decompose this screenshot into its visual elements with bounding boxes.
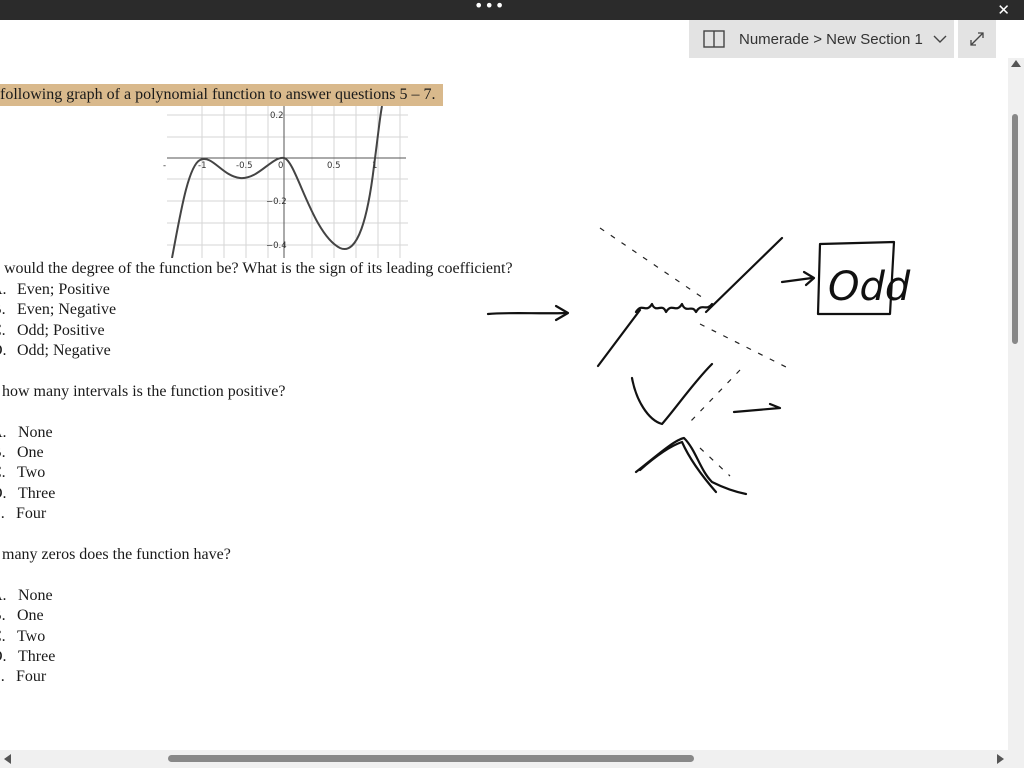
ink-hump-inner	[638, 440, 718, 494]
option-text: One	[17, 444, 44, 461]
ink-dashed-line	[599, 227, 707, 301]
option-text: Three	[18, 485, 56, 502]
x-tick-label: 0	[278, 161, 283, 171]
x-tick-label: -1	[198, 161, 206, 171]
instructions-heading: following graph of a polynomial function…	[0, 84, 444, 106]
answer-option[interactable]: C. Two	[0, 627, 45, 647]
window-menu-icon[interactable]: •••	[474, 0, 505, 15]
breadcrumb: Numerade > New Section 1	[739, 30, 923, 48]
answer-option[interactable]: C. Two	[0, 463, 45, 483]
option-text: None	[18, 424, 53, 441]
polynomial-graph: 0.2 −0.2 −0.4 - -1 -0.5 0 0.5 1	[163, 106, 408, 258]
ink-sketch-line	[704, 236, 784, 314]
answer-option[interactable]: D. Odd; Negative	[0, 341, 111, 361]
option-text: Four	[16, 668, 47, 685]
ink-sketch-wave	[634, 302, 714, 314]
x-tick-label: 1	[372, 161, 377, 171]
option-letter: D.	[0, 342, 7, 359]
scrollbar-corner	[1008, 750, 1024, 768]
horizontal-scrollbar[interactable]	[0, 750, 1024, 768]
option-text: Odd; Positive	[17, 322, 105, 339]
option-letter: A.	[0, 587, 7, 604]
option-letter: B.	[0, 444, 6, 461]
ink-hump	[634, 436, 748, 496]
ink-box	[816, 240, 896, 316]
close-window-button[interactable]: ✕	[997, 0, 1010, 20]
answer-option[interactable]: C. Odd; Positive	[0, 321, 105, 341]
expand-button[interactable]	[958, 20, 996, 58]
answer-option[interactable]: B. One	[0, 443, 44, 463]
question-7-prompt: many zeros does the function have?	[2, 546, 231, 563]
ink-arrowhead	[802, 270, 816, 287]
ink-sketch-line	[596, 308, 642, 368]
question-6-prompt: how many intervals is the function posit…	[2, 383, 286, 400]
option-letter: A.	[0, 281, 7, 298]
option-text: Odd; Negative	[17, 342, 111, 359]
answer-option[interactable]: A. Even; Positive	[0, 280, 110, 300]
answer-option[interactable]: B. One	[0, 606, 44, 626]
vertical-scroll-thumb[interactable]	[1012, 114, 1018, 344]
x-tick-label: 0.5	[327, 161, 341, 171]
option-letter: D.	[0, 485, 7, 502]
answer-option[interactable]: A. None	[0, 423, 53, 443]
polynomial-curve	[171, 106, 383, 258]
question-5-prompt: would the degree of the function be? Wha…	[4, 260, 513, 277]
ink-small-arrow	[732, 402, 782, 414]
answer-option[interactable]: E. Four	[0, 504, 46, 524]
title-bar: ••• ✕	[0, 0, 1024, 20]
notebook-location-dropdown[interactable]: Numerade > New Section 1	[689, 20, 954, 58]
option-letter: A.	[0, 424, 7, 441]
scroll-up-icon[interactable]	[1011, 60, 1021, 67]
expand-icon	[970, 32, 984, 46]
option-text: Even; Negative	[17, 301, 117, 318]
option-text: None	[18, 587, 53, 604]
answer-option[interactable]: B. Even; Negative	[0, 300, 116, 320]
option-text: Two	[17, 628, 46, 645]
ink-dashed-line	[699, 323, 793, 371]
scroll-right-icon[interactable]	[997, 754, 1004, 764]
option-letter: B.	[0, 301, 6, 318]
option-text: Three	[18, 648, 56, 665]
option-letter: C.	[0, 322, 6, 339]
option-text: Four	[16, 505, 47, 522]
y-tick-label: −0.2	[266, 197, 287, 207]
horizontal-scroll-thumb[interactable]	[168, 755, 694, 762]
chevron-down-icon	[933, 35, 947, 43]
option-letter: E.	[0, 668, 5, 685]
ink-dashed-line	[699, 447, 731, 477]
option-text: One	[17, 607, 44, 624]
option-letter: B.	[0, 607, 6, 624]
option-text: Two	[17, 464, 46, 481]
option-letter: E.	[0, 505, 5, 522]
ink-arrowhead	[554, 304, 570, 322]
answer-option[interactable]: D. Three	[0, 647, 55, 667]
ink-arrow-stroke	[780, 276, 814, 284]
y-tick-label: 0.2	[270, 111, 284, 121]
ink-annotations: Odd	[486, 227, 911, 496]
answer-option[interactable]: A. None	[0, 586, 53, 606]
ink-boxed-word: Odd	[828, 264, 911, 310]
y-tick-label: −0.4	[266, 241, 287, 251]
ink-dashed-line	[689, 369, 741, 423]
scroll-left-icon[interactable]	[4, 754, 11, 764]
option-letter: D.	[0, 648, 7, 665]
ink-v-shape	[630, 362, 714, 426]
option-text: Even; Positive	[17, 281, 110, 298]
answer-option[interactable]: D. Three	[0, 484, 55, 504]
ink-arrow-stroke	[486, 311, 568, 316]
vertical-scrollbar[interactable]	[1008, 58, 1024, 762]
option-letter: C.	[0, 464, 6, 481]
notebook-icon	[703, 30, 725, 48]
x-tick-label: -	[163, 161, 166, 171]
x-tick-label: -0.5	[236, 161, 253, 171]
answer-option[interactable]: E. Four	[0, 667, 46, 687]
option-letter: C.	[0, 628, 6, 645]
